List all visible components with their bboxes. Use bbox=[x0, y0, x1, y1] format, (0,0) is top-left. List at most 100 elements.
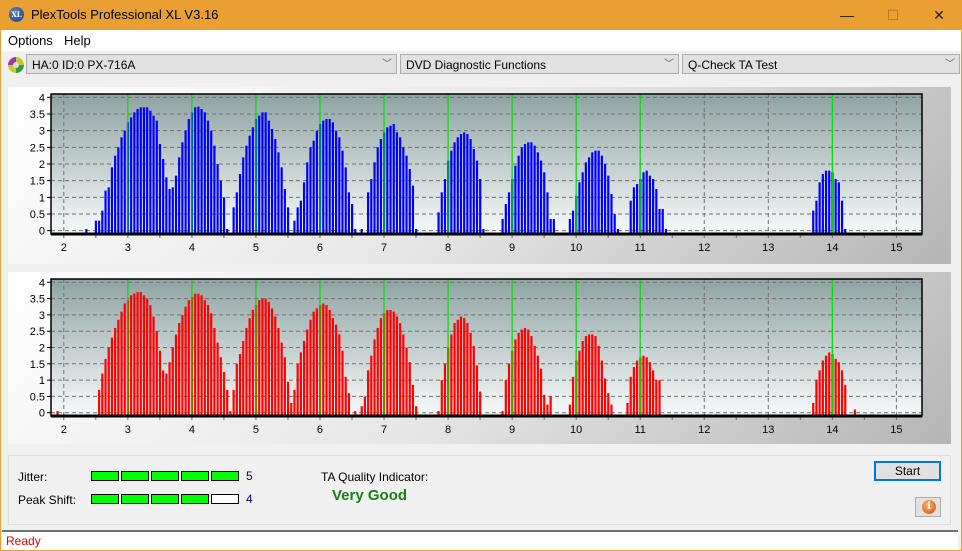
x-tick-label: 6 bbox=[317, 242, 323, 254]
bar bbox=[389, 125, 392, 235]
bar bbox=[411, 185, 415, 235]
bar bbox=[242, 157, 245, 235]
menu-help[interactable]: Help bbox=[64, 33, 91, 48]
bar bbox=[655, 189, 658, 235]
x-tick-label: 14 bbox=[826, 424, 838, 436]
bar bbox=[363, 396, 367, 417]
chevron-down-icon: ﹀ bbox=[945, 59, 955, 70]
bar bbox=[344, 376, 347, 417]
bar bbox=[828, 170, 831, 235]
bar bbox=[824, 355, 828, 417]
bar bbox=[222, 197, 226, 235]
bar bbox=[347, 393, 351, 417]
bar bbox=[520, 329, 523, 417]
close-button[interactable]: ✕ bbox=[916, 0, 962, 30]
bar bbox=[568, 219, 571, 235]
bar bbox=[549, 219, 552, 235]
bar bbox=[206, 305, 210, 417]
bar bbox=[114, 155, 117, 235]
bar bbox=[597, 150, 600, 235]
bar bbox=[258, 115, 261, 235]
bar bbox=[181, 142, 184, 235]
bar bbox=[456, 137, 459, 235]
jitter-value: 5 bbox=[246, 469, 253, 483]
bar bbox=[844, 385, 847, 417]
bar bbox=[331, 122, 334, 235]
xl-logo-icon: XL bbox=[9, 7, 24, 22]
menu-options[interactable]: Options bbox=[8, 33, 53, 48]
start-button[interactable]: Start bbox=[874, 461, 941, 481]
x-tick-label: 3 bbox=[125, 242, 131, 254]
bar bbox=[648, 362, 652, 417]
bar bbox=[146, 107, 149, 235]
bar bbox=[652, 370, 655, 417]
bar bbox=[552, 219, 555, 235]
bar bbox=[120, 137, 123, 235]
bar bbox=[277, 152, 280, 235]
y-tick-label: 2 bbox=[39, 159, 45, 171]
bar bbox=[581, 340, 584, 417]
x-tick-label: 4 bbox=[189, 242, 195, 254]
bar bbox=[251, 127, 254, 235]
bar bbox=[322, 303, 325, 417]
bar bbox=[347, 192, 351, 235]
bar bbox=[661, 209, 664, 235]
bar bbox=[834, 358, 837, 417]
bar bbox=[296, 363, 299, 417]
bar bbox=[338, 137, 341, 235]
bar bbox=[840, 200, 844, 235]
bar bbox=[386, 127, 389, 235]
bar bbox=[658, 380, 661, 417]
bar bbox=[101, 373, 104, 417]
bar bbox=[379, 139, 383, 235]
bar bbox=[270, 129, 274, 235]
drive-select[interactable]: HA:0 ID:0 PX-716A ﹀ bbox=[26, 54, 397, 74]
bar bbox=[315, 130, 318, 235]
bar bbox=[402, 147, 405, 235]
x-tick-label: 3 bbox=[125, 424, 131, 436]
function-select[interactable]: DVD Diagnostic Functions ﹀ bbox=[400, 54, 679, 74]
bar bbox=[539, 368, 543, 417]
x-tick-label: 6 bbox=[317, 424, 323, 436]
bar bbox=[376, 327, 379, 417]
bar bbox=[456, 319, 459, 417]
y-tick-label: 3 bbox=[39, 310, 45, 322]
info-button[interactable]: i bbox=[915, 497, 941, 517]
bar bbox=[158, 350, 162, 417]
bar bbox=[828, 352, 831, 417]
bar bbox=[440, 380, 443, 417]
meter-segment bbox=[151, 494, 179, 504]
status-text: Ready bbox=[6, 534, 41, 548]
bar bbox=[245, 145, 248, 235]
x-tick-label: 13 bbox=[762, 424, 774, 436]
bar bbox=[594, 150, 597, 235]
chevron-down-icon: ﹀ bbox=[664, 59, 674, 70]
title-bar: XL PlexTools Professional XL V3.16 — ☐ ✕ bbox=[0, 0, 962, 30]
bar bbox=[117, 319, 120, 417]
x-tick-label: 12 bbox=[698, 424, 710, 436]
bar bbox=[341, 150, 344, 235]
minimize-button[interactable]: — bbox=[824, 0, 870, 30]
bar bbox=[472, 345, 475, 417]
bar bbox=[821, 174, 824, 235]
test-select[interactable]: Q-Check TA Test ﹀ bbox=[682, 54, 960, 74]
maximize-button[interactable]: ☐ bbox=[870, 0, 916, 30]
bar bbox=[546, 192, 549, 235]
bar bbox=[222, 371, 226, 417]
bar bbox=[594, 336, 597, 417]
bar bbox=[146, 298, 149, 417]
bar bbox=[203, 112, 206, 235]
x-tick-label: 14 bbox=[826, 242, 838, 254]
bar bbox=[533, 145, 536, 235]
bar bbox=[837, 182, 840, 235]
bar bbox=[328, 119, 331, 235]
bar bbox=[578, 182, 581, 235]
bar bbox=[299, 352, 302, 417]
bar bbox=[549, 396, 552, 417]
y-tick-label: 0.5 bbox=[30, 391, 45, 403]
x-tick-label: 5 bbox=[253, 242, 259, 254]
bar bbox=[395, 132, 399, 235]
bar bbox=[200, 295, 203, 417]
peak-shift-label: Peak Shift: bbox=[18, 493, 77, 507]
peak-shift-value: 4 bbox=[246, 492, 253, 506]
